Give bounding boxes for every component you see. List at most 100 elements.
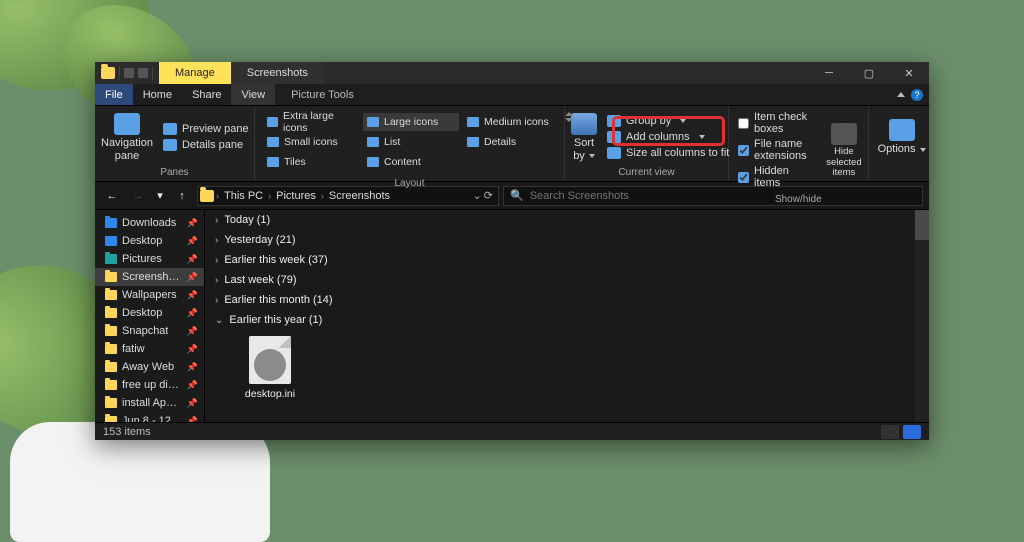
preview-pane-button[interactable]: Preview pane (159, 122, 253, 136)
up-button[interactable]: ↑ (171, 185, 193, 207)
details-pane-button[interactable]: Details pane (159, 138, 253, 152)
sidebar-item[interactable]: Pictures📌 (95, 250, 204, 268)
layout-extra-large[interactable]: Extra large icons (263, 113, 359, 131)
hidden-items-label: Hidden items (754, 165, 817, 189)
close-button[interactable]: ✕ (889, 62, 929, 84)
group-label: Yesterday (21) (224, 234, 295, 246)
navigation-tree[interactable]: Downloads📌Desktop📌Pictures📌Screenshots📌W… (95, 210, 205, 422)
sidebar-item[interactable]: Jun 8 - 12📌 (95, 412, 204, 422)
sort-by-button[interactable]: Sort by (571, 110, 597, 163)
options-button[interactable]: Options (875, 110, 929, 163)
file-item[interactable]: desktop.ini (229, 336, 311, 400)
group-header[interactable]: ›Earlier this month (14) (205, 290, 929, 310)
sidebar-item[interactable]: Downloads📌 (95, 214, 204, 232)
sidebar-item[interactable]: Wallpapers📌 (95, 286, 204, 304)
preview-pane-label: Preview pane (182, 123, 249, 135)
folder-icon (105, 416, 117, 422)
pin-icon: 📌 (187, 344, 198, 355)
tab-picture-tools[interactable]: Picture Tools (281, 84, 364, 105)
layout-label: Small icons (284, 136, 338, 148)
add-columns-button[interactable]: Add columns (603, 130, 733, 144)
layout-tiles[interactable]: Tiles (263, 153, 359, 171)
layout-large[interactable]: Large icons (363, 113, 459, 131)
sidebar-item[interactable]: Desktop📌 (95, 232, 204, 250)
layout-gallery[interactable]: Extra large icons Large icons Medium ico… (261, 110, 561, 174)
layout-content[interactable]: Content (363, 153, 459, 171)
sidebar-item-label: free up disk space (122, 379, 182, 391)
sizecol-icon (607, 147, 621, 159)
sidebar-item[interactable]: free up disk space📌 (95, 376, 204, 394)
folder-icon (105, 380, 117, 390)
group-header[interactable]: ›Earlier this week (37) (205, 250, 929, 270)
navigation-pane-button[interactable]: Navigation pane (101, 110, 153, 163)
tab-share[interactable]: Share (182, 84, 231, 105)
item-check-boxes-toggle[interactable]: Item check boxes (735, 110, 820, 136)
icons-icon (367, 117, 379, 127)
group-by-label: Group by (626, 115, 671, 127)
sidebar-item[interactable]: Snapchat📌 (95, 322, 204, 340)
layout-medium[interactable]: Medium icons (463, 113, 559, 131)
details-view-button[interactable] (881, 425, 899, 439)
icons-view-button[interactable] (903, 425, 921, 439)
sidebar-item[interactable]: fatiw 📌 (95, 340, 204, 358)
help-icon[interactable]: ? (911, 89, 923, 101)
collapse-ribbon-icon[interactable] (897, 92, 905, 97)
tab-home[interactable]: Home (133, 84, 182, 105)
contextual-tab-manage[interactable]: Manage (159, 62, 231, 84)
minimize-button[interactable]: ─ (809, 62, 849, 84)
window-title: Screenshots (231, 62, 324, 84)
layout-label: Content (384, 156, 421, 168)
group-label: Earlier this week (37) (224, 254, 327, 266)
scrollbar[interactable] (915, 210, 929, 422)
hide-selected-button[interactable]: Hide selected items (826, 110, 861, 190)
group-header[interactable]: ›Last week (79) (205, 270, 929, 290)
pin-icon: 📌 (187, 236, 198, 247)
preview-icon (163, 123, 177, 135)
layout-details[interactable]: Details (463, 133, 559, 151)
back-button[interactable]: ← (101, 185, 123, 207)
sort-icon (571, 113, 597, 135)
sidebar-item[interactable]: Away Web📌 (95, 358, 204, 376)
file-name-extensions-toggle[interactable]: File name extensions (735, 137, 820, 163)
sidebar-item[interactable]: install Apple Mobile📌 (95, 394, 204, 412)
tab-file[interactable]: File (95, 84, 133, 105)
sidebar-item-label: Screenshots (122, 271, 182, 283)
maximize-button[interactable]: ▢ (849, 62, 889, 84)
group-header[interactable]: › Yesterday (21) (205, 230, 929, 250)
history-dropdown[interactable]: ▾ (153, 185, 167, 207)
ribbon-tabs: File Home Share View Picture Tools ? (95, 84, 929, 106)
ribbon: Navigation pane Preview pane Details pan… (95, 106, 929, 182)
folder-icon (101, 67, 115, 79)
title-bar[interactable]: Manage Screenshots ─ ▢ ✕ (95, 62, 929, 84)
scrollbar-thumb[interactable] (915, 210, 929, 240)
file-list[interactable]: ›Today (1) › Yesterday (21) ›Earlier this w… (205, 210, 929, 422)
nav-pane-label: Navigation pane (101, 137, 153, 161)
sidebar-item-label: fatiw (122, 343, 145, 355)
hide-icon (831, 123, 857, 145)
group-header[interactable]: ›Today (1) (205, 210, 929, 230)
checkbox[interactable] (738, 172, 749, 183)
size-columns-button[interactable]: Size all columns to fit (603, 146, 733, 160)
qat-button[interactable] (138, 68, 148, 78)
sidebar-item[interactable]: Desktop📌 (95, 304, 204, 322)
group-label: Last week (79) (224, 274, 296, 286)
layout-list[interactable]: List (363, 133, 459, 151)
group-by-button[interactable]: Group by (603, 114, 733, 128)
chevron-icon: › (215, 235, 218, 246)
checkbox[interactable] (738, 118, 749, 129)
sidebar-item-label: Desktop (122, 307, 162, 319)
layout-small[interactable]: Small icons (263, 133, 359, 151)
chevron-right-icon[interactable]: › (321, 191, 324, 201)
chevron-right-icon[interactable]: › (216, 191, 219, 201)
qat-button[interactable] (124, 68, 134, 78)
tab-view[interactable]: View (231, 84, 275, 105)
group-header[interactable]: ⌄Earlier this year (1) (205, 310, 929, 330)
chevron-right-icon[interactable]: › (268, 191, 271, 201)
forward-button[interactable]: → (127, 185, 149, 207)
icons-icon (267, 137, 279, 147)
gallery-scroll-icon[interactable] (565, 112, 573, 122)
checkbox[interactable] (738, 145, 749, 156)
hidden-items-toggle[interactable]: Hidden items (735, 164, 820, 190)
sidebar-item[interactable]: Screenshots📌 (95, 268, 204, 286)
group-label: Today (1) (224, 214, 270, 226)
